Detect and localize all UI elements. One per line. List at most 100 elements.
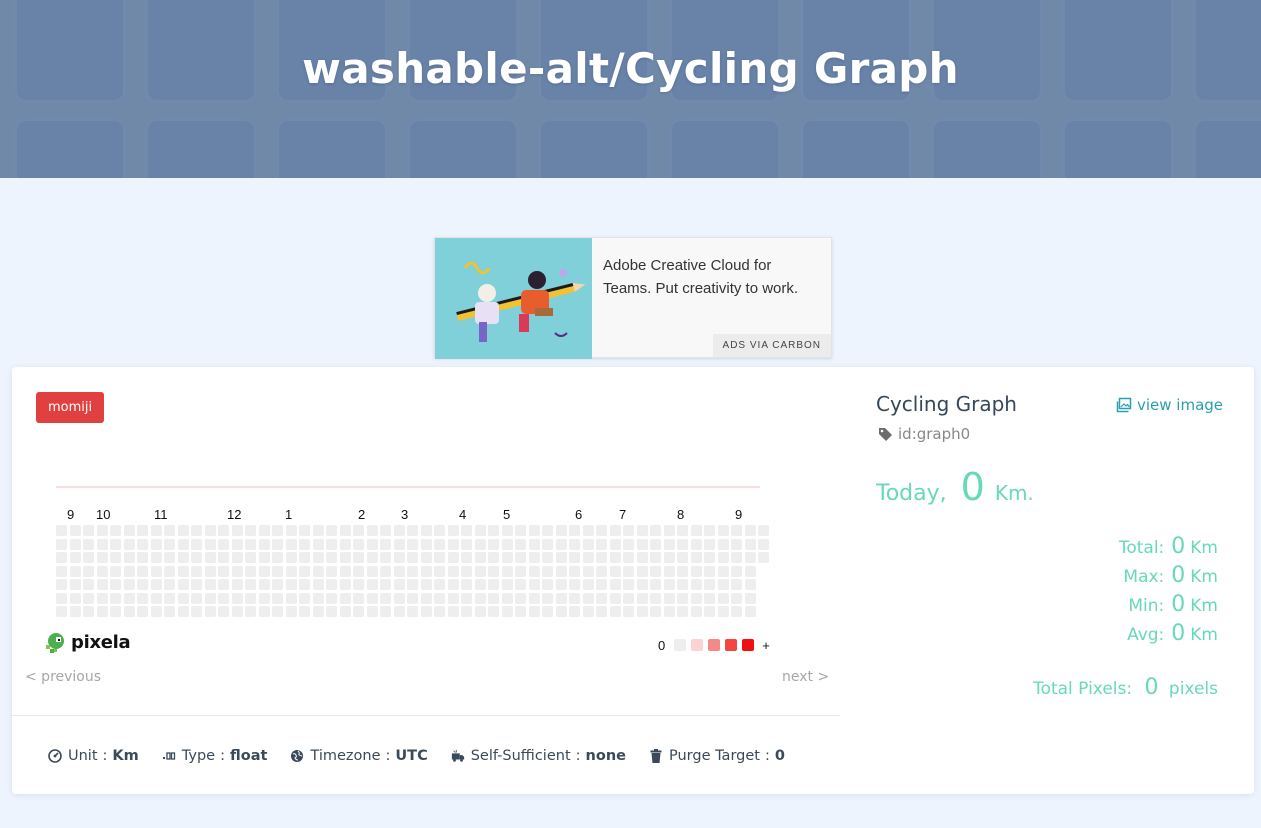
pixel-cell[interactable] (528, 538, 540, 550)
pixel-cell[interactable] (123, 565, 135, 577)
pixel-cell[interactable] (609, 552, 621, 563)
pixel-cell[interactable] (366, 579, 378, 590)
pixel-cell[interactable] (393, 552, 405, 563)
pixel-cell[interactable] (758, 538, 769, 550)
next-link[interactable]: next > (782, 669, 829, 685)
pixel-cell[interactable] (609, 525, 621, 536)
pixel-cell[interactable] (69, 606, 81, 617)
pixel-cell[interactable] (731, 592, 742, 604)
pixel-cell[interactable] (380, 538, 391, 550)
pixel-cell[interactable] (204, 525, 216, 536)
pixel-cell[interactable] (542, 552, 553, 563)
pixel-cell[interactable] (744, 525, 756, 536)
pixel-cell[interactable] (596, 538, 607, 550)
pixel-cell[interactable] (623, 606, 634, 617)
pixel-cell[interactable] (636, 606, 648, 617)
pixel-cell[interactable] (110, 592, 121, 604)
pixel-cell[interactable] (663, 538, 675, 550)
pixel-cell[interactable] (623, 579, 634, 590)
pixel-cell[interactable] (744, 579, 756, 590)
ad-text[interactable]: Adobe Creative Cloud for Teams. Put crea… (603, 254, 823, 300)
ad-illustration[interactable] (435, 238, 592, 359)
pixel-cell[interactable] (366, 592, 378, 604)
pixel-cell[interactable] (488, 538, 499, 550)
pixel-cell[interactable] (677, 606, 688, 617)
pixel-cell[interactable] (299, 538, 310, 550)
pixel-cell[interactable] (542, 538, 553, 550)
pixel-cell[interactable] (353, 565, 364, 577)
pixel-cell[interactable] (69, 565, 81, 577)
pixel-cell[interactable] (353, 525, 364, 536)
pixel-cell[interactable] (258, 565, 270, 577)
pixel-cell[interactable] (704, 592, 715, 604)
pixel-cell[interactable] (69, 552, 81, 563)
pixel-cell[interactable] (110, 525, 121, 536)
pixel-cell[interactable] (56, 525, 67, 536)
pixel-cell[interactable] (123, 538, 135, 550)
pixel-cell[interactable] (258, 538, 270, 550)
pixel-cell[interactable] (150, 592, 162, 604)
pixel-cell[interactable] (110, 606, 121, 617)
pixel-cell[interactable] (96, 552, 108, 563)
pixel-cell[interactable] (83, 565, 94, 577)
pixel-cell[interactable] (650, 579, 661, 590)
pixel-cell[interactable] (447, 592, 459, 604)
pixel-cell[interactable] (636, 592, 648, 604)
pixel-cell[interactable] (285, 538, 297, 550)
pixel-cell[interactable] (704, 538, 715, 550)
pixel-cell[interactable] (501, 525, 513, 536)
pixel-cell[interactable] (258, 552, 270, 563)
pixel-cell[interactable] (339, 552, 351, 563)
pixel-cell[interactable] (731, 525, 742, 536)
pixel-cell[interactable] (258, 592, 270, 604)
pixel-cell[interactable] (380, 525, 391, 536)
pixel-cell[interactable] (461, 525, 472, 536)
ads-via-carbon-link[interactable]: ADS VIA CARBON (712, 334, 831, 357)
pixel-cell[interactable] (218, 525, 229, 536)
pixel-cell[interactable] (420, 552, 432, 563)
pixel-cell[interactable] (150, 525, 162, 536)
pixel-cell[interactable] (474, 606, 486, 617)
pixel-cell[interactable] (569, 565, 580, 577)
pixel-cell[interactable] (83, 552, 94, 563)
pixel-cell[interactable] (704, 579, 715, 590)
pixel-cell[interactable] (177, 552, 189, 563)
pixel-cell[interactable] (542, 592, 553, 604)
pixel-cell[interactable] (393, 592, 405, 604)
pixel-cell[interactable] (339, 592, 351, 604)
pixel-cell[interactable] (177, 525, 189, 536)
pixel-cell[interactable] (312, 592, 324, 604)
pixel-cell[interactable] (744, 565, 756, 577)
pixel-cell[interactable] (299, 565, 310, 577)
pixel-cell[interactable] (56, 538, 67, 550)
pixel-cell[interactable] (704, 525, 715, 536)
pixel-cell[interactable] (218, 579, 229, 590)
pixel-cell[interactable] (542, 565, 553, 577)
pixel-cell[interactable] (420, 592, 432, 604)
pixel-cell[interactable] (326, 538, 337, 550)
pixel-cell[interactable] (677, 579, 688, 590)
pixel-cell[interactable] (501, 592, 513, 604)
pixel-cell[interactable] (110, 579, 121, 590)
pixel-cell[interactable] (272, 538, 283, 550)
pixel-cell[interactable] (461, 565, 472, 577)
pixel-cell[interactable] (447, 525, 459, 536)
pixel-cell[interactable] (407, 579, 418, 590)
pixel-cell[interactable] (218, 565, 229, 577)
pixel-cell[interactable] (690, 592, 702, 604)
pixel-cell[interactable] (420, 565, 432, 577)
pixel-cell[interactable] (56, 565, 67, 577)
pixel-cell[interactable] (704, 565, 715, 577)
pixel-cell[interactable] (515, 579, 526, 590)
pixel-cell[interactable] (663, 592, 675, 604)
pixel-cell[interactable] (366, 552, 378, 563)
pixel-cell[interactable] (461, 579, 472, 590)
pixel-cell[interactable] (528, 525, 540, 536)
pixel-cell[interactable] (204, 552, 216, 563)
pixel-cell[interactable] (285, 552, 297, 563)
pixel-cell[interactable] (704, 606, 715, 617)
pixel-cell[interactable] (285, 606, 297, 617)
pixel-cell[interactable] (690, 552, 702, 563)
pixel-cell[interactable] (744, 592, 756, 604)
pixel-cell[interactable] (515, 592, 526, 604)
